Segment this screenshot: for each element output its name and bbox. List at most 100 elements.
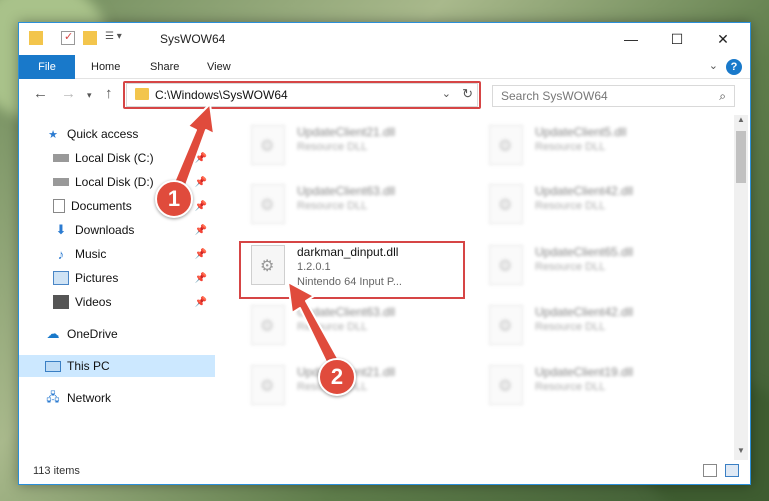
status-bar: 113 items (19, 460, 750, 484)
step-badge-2: 2 (318, 358, 356, 396)
file-type: Resource DLL (297, 321, 368, 333)
file-name: UpdateClient42.dll (535, 184, 634, 198)
address-highlight-box (123, 81, 481, 109)
maximize-button[interactable]: ☐ (654, 23, 700, 55)
minimize-button[interactable]: — (608, 23, 654, 55)
search-input[interactable]: Search SysWOW64 ⌕ (492, 85, 735, 107)
documents-icon (53, 199, 65, 213)
list-item[interactable]: UpdateClient21.dll Resource DLL (241, 119, 461, 169)
file-type: Resource DLL (535, 381, 606, 393)
file-name: UpdateClient63.dll (297, 305, 396, 319)
file-name: UpdateClient19.dll (535, 365, 634, 379)
pin-icon[interactable]: 📌 (195, 201, 207, 212)
list-item[interactable]: UpdateClient65.dll Resource DLL (479, 239, 699, 289)
dll-file-icon (251, 365, 285, 405)
help-button[interactable]: ? (726, 59, 742, 75)
close-button[interactable]: ✕ (700, 23, 746, 55)
pin-icon[interactable]: 📌 (195, 225, 207, 236)
forward-icon[interactable]: → (61, 85, 76, 102)
file-type: Resource DLL (297, 200, 368, 212)
search-placeholder: Search SysWOW64 (501, 89, 608, 103)
tab-home[interactable]: Home (91, 61, 120, 73)
list-item[interactable]: UpdateClient63.dll Resource DLL (241, 178, 461, 228)
sidebar-item-onedrive[interactable]: ☁ OneDrive (19, 323, 215, 345)
list-item[interactable]: UpdateClient19.dll Resource DLL (479, 359, 699, 409)
dll-file-icon (489, 125, 523, 165)
file-highlight-box (239, 241, 465, 299)
pin-icon[interactable]: 📌 (195, 177, 207, 188)
file-name: UpdateClient42.dll (535, 305, 634, 319)
sidebar-item-this-pc[interactable]: This PC (19, 355, 215, 377)
sidebar-item-network[interactable]: 🖧 Network (19, 387, 215, 409)
dll-file-icon (489, 245, 523, 285)
scroll-up-icon[interactable]: ▲ (734, 115, 748, 129)
music-icon: ♪ (57, 246, 65, 262)
sidebar-item-label: OneDrive (67, 327, 118, 341)
sidebar-item-local-disk-c[interactable]: Local Disk (C:) 📌 (19, 147, 215, 169)
step-badge-1: 1 (155, 180, 193, 218)
pin-icon[interactable]: 📌 (195, 153, 207, 164)
scroll-thumb[interactable] (736, 131, 746, 183)
dll-file-icon (489, 184, 523, 224)
network-icon: 🖧 (46, 389, 60, 404)
file-type: Resource DLL (535, 261, 606, 273)
sidebar-item-downloads[interactable]: ⬇ Downloads 📌 (19, 219, 215, 241)
pin-icon[interactable]: 📌 (195, 297, 207, 308)
sidebar-item-label: Network (67, 391, 112, 405)
tab-file[interactable]: File (19, 55, 75, 79)
sidebar-item-label: Downloads (75, 223, 135, 237)
properties-icon[interactable]: ✓ (61, 31, 75, 45)
file-name: UpdateClient63.dll (297, 184, 396, 198)
scroll-down-icon[interactable]: ▼ (734, 446, 748, 460)
dll-file-icon (251, 184, 285, 224)
tab-view[interactable]: View (207, 61, 231, 73)
file-name: UpdateClient65.dll (535, 245, 634, 259)
dll-file-icon (489, 365, 523, 405)
recent-locations-icon[interactable]: ▾ (87, 90, 92, 101)
search-icon: ⌕ (719, 89, 726, 103)
list-item[interactable]: UpdateClient42.dll Resource DLL (479, 299, 699, 349)
drive-icon (53, 178, 69, 186)
dll-file-icon (251, 305, 285, 345)
up-icon[interactable]: ↑ (105, 85, 113, 102)
sidebar-item-label: Local Disk (D:) (75, 175, 154, 189)
item-count: 113 items (33, 465, 80, 477)
file-type: Resource DLL (535, 321, 606, 333)
dll-file-icon (489, 305, 523, 345)
file-name: UpdateClient21.dll (297, 125, 396, 139)
details-view-icon[interactable] (703, 464, 717, 477)
ribbon-tabs: File Home Share View ⌄ ? (19, 55, 750, 79)
pin-icon[interactable]: 📌 (195, 249, 207, 260)
list-item[interactable]: UpdateClient42.dll Resource DLL (479, 178, 699, 228)
sidebar-item-label: Local Disk (C:) (75, 151, 154, 165)
sidebar-item-label: Videos (75, 295, 112, 309)
ribbon-expand-icon[interactable]: ⌄ (709, 59, 718, 72)
pin-icon[interactable]: 📌 (195, 273, 207, 284)
pictures-icon (53, 271, 69, 285)
back-icon[interactable]: ← (33, 85, 48, 102)
explorer-window: ✓ ☰ ▾ SysWOW64 — ☐ ✕ File Home Share Vie… (18, 22, 751, 485)
new-folder-icon[interactable] (83, 31, 97, 45)
file-type: Resource DLL (297, 141, 368, 153)
star-icon: ★ (48, 128, 58, 141)
file-type: Resource DLL (535, 141, 606, 153)
sidebar-item-music[interactable]: ♪ Music 📌 (19, 243, 215, 265)
list-item[interactable]: UpdateClient5.dll Resource DLL (479, 119, 699, 169)
large-icons-view-icon[interactable] (725, 464, 739, 477)
folder-icon (29, 31, 43, 45)
sidebar-item-label: Music (75, 247, 107, 261)
cloud-icon: ☁ (46, 326, 60, 341)
computer-icon (45, 360, 61, 372)
sidebar-item-videos[interactable]: Videos 📌 (19, 291, 215, 313)
vertical-scrollbar[interactable]: ▲ ▼ (734, 115, 748, 460)
list-item[interactable]: UpdateClient63.dll Resource DLL (241, 299, 461, 349)
sidebar-item-pictures[interactable]: Pictures 📌 (19, 267, 215, 289)
navigation-pane: ★ Quick access Local Disk (C:) 📌 Local D… (19, 119, 215, 459)
videos-icon (53, 295, 69, 309)
sidebar-item-label: Documents (71, 199, 132, 213)
customize-toolbar-icon[interactable]: ☰ ▾ (105, 31, 135, 45)
sidebar-item-quick-access[interactable]: ★ Quick access (19, 123, 215, 145)
sidebar-item-label: Quick access (67, 127, 139, 141)
window-title: SysWOW64 (160, 32, 226, 46)
tab-share[interactable]: Share (150, 61, 179, 73)
